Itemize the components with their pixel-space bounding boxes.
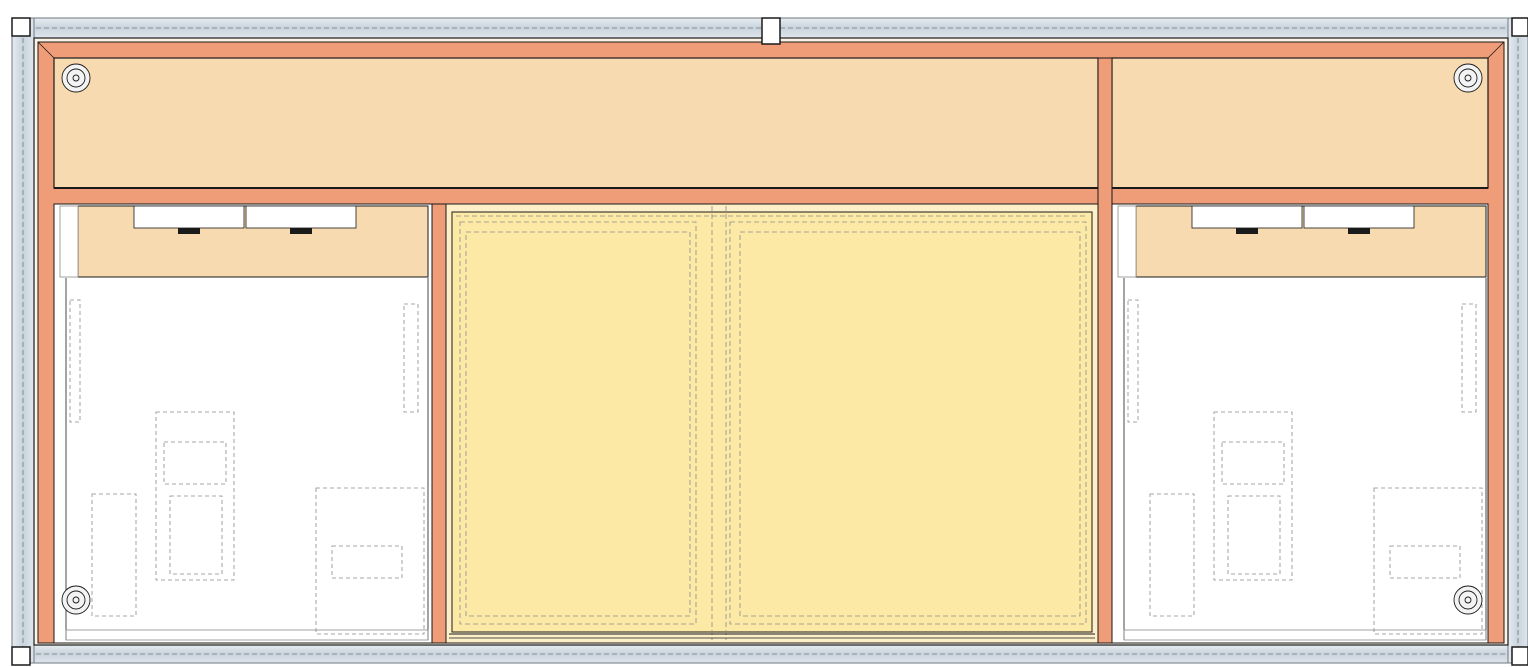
left-compartment[interactable] (53, 203, 433, 644)
top-drawer-right[interactable] (1111, 57, 1489, 189)
foot-top-left (61, 63, 91, 93)
handle-top-center[interactable] (761, 17, 781, 45)
top-drawer-left[interactable] (53, 57, 1099, 189)
right-compartment[interactable] (1111, 203, 1489, 644)
cabinet-elevation (11, 17, 1528, 666)
handle-top-right[interactable] (1511, 17, 1528, 37)
foot-bottom-left (61, 585, 91, 615)
handle-bottom-left[interactable] (11, 646, 31, 666)
drawing-canvas[interactable] (0, 0, 1528, 667)
foot-top-right (1453, 63, 1483, 93)
handle-top-left[interactable] (11, 17, 31, 37)
handle-bottom-right[interactable] (1511, 646, 1528, 666)
center-sliding-doors[interactable] (445, 203, 1099, 644)
foot-bottom-right (1453, 585, 1483, 615)
